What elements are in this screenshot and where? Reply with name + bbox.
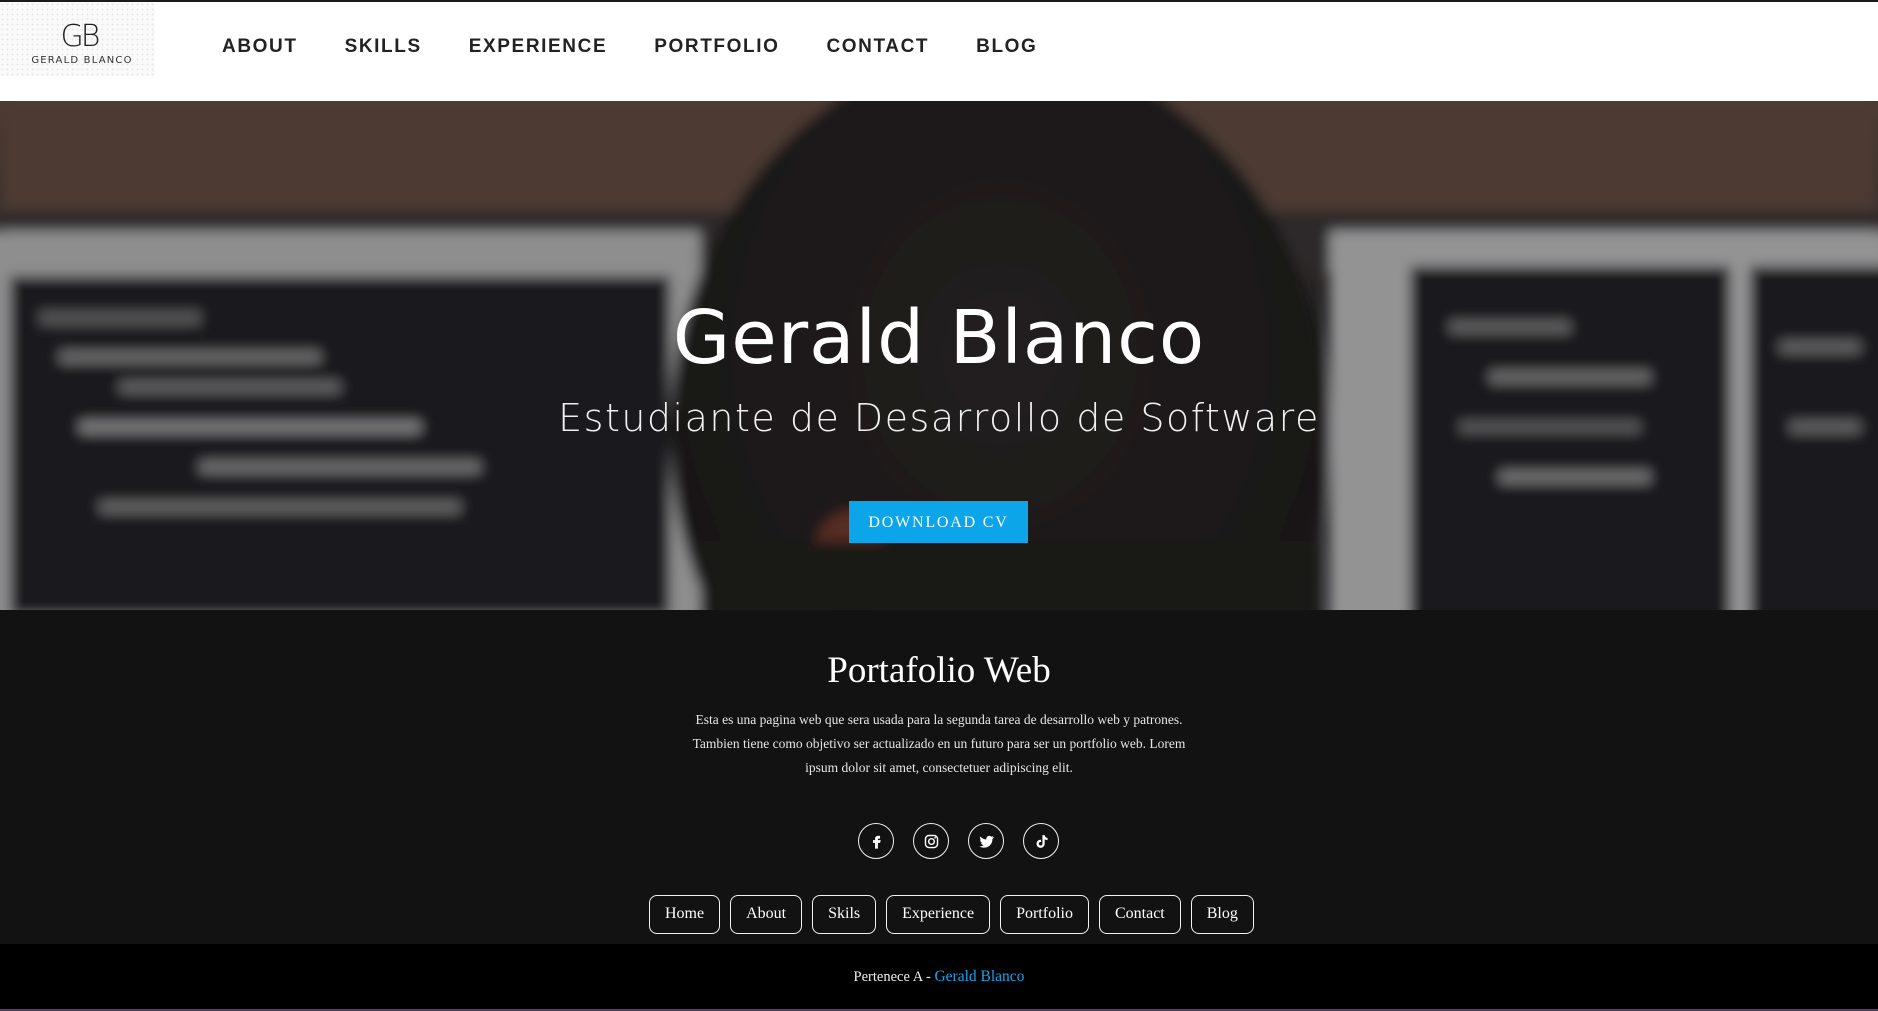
social-links xyxy=(858,823,1059,859)
hero-section: Gerald Blanco Estudiante de Desarrollo d… xyxy=(0,101,1878,610)
nav-item-portfolio[interactable]: PORTFOLIO xyxy=(654,32,779,62)
footer-link-skils[interactable]: Skils xyxy=(812,895,877,934)
site-header: GB GERALD BLANCO ABOUT SKILLS EXPERIENCE… xyxy=(0,2,1878,101)
footer-link-portfolio[interactable]: Portfolio xyxy=(1000,895,1089,934)
hero-title: Gerald Blanco xyxy=(672,295,1206,381)
logo-name: GERALD BLANCO xyxy=(31,55,133,66)
bottom-bar: Pertenece A - Gerald Blanco xyxy=(0,944,1878,1011)
facebook-icon xyxy=(872,835,881,849)
nav-item-about[interactable]: ABOUT xyxy=(222,32,298,62)
instagram-icon xyxy=(924,834,938,848)
nav-item-blog[interactable]: BLOG xyxy=(976,32,1037,62)
footer-link-about[interactable]: About xyxy=(730,895,803,934)
nav-item-contact[interactable]: CONTACT xyxy=(826,32,929,62)
nav-item-skills[interactable]: SKILLS xyxy=(345,32,422,62)
logo[interactable]: GB GERALD BLANCO xyxy=(0,2,155,76)
twitter-icon xyxy=(979,835,994,848)
tiktok-icon xyxy=(1036,834,1048,848)
instagram-button[interactable] xyxy=(913,823,949,859)
about-description: Esta es una pagina web que sera usada pa… xyxy=(692,712,1186,775)
facebook-button[interactable] xyxy=(858,823,894,859)
about-title: Portafolio Web xyxy=(827,650,1051,691)
nav-item-experience[interactable]: EXPERIENCE xyxy=(469,32,607,62)
owner-link[interactable]: Gerald Blanco xyxy=(934,968,1024,985)
copyright-prefix: Pertenece A - xyxy=(853,969,935,985)
tiktok-button[interactable] xyxy=(1023,823,1059,859)
copyright: Pertenece A - Gerald Blanco xyxy=(0,968,1878,986)
about-section: Portafolio Web Esta es una pagina web qu… xyxy=(0,610,1878,944)
footer-link-contact[interactable]: Contact xyxy=(1098,895,1181,934)
footer-link-experience[interactable]: Experience xyxy=(886,895,991,934)
logo-mark: GB xyxy=(60,19,101,54)
hero-subtitle: Estudiante de Desarrollo de Software xyxy=(558,396,1320,440)
twitter-button[interactable] xyxy=(968,823,1004,859)
footer-link-blog[interactable]: Blog xyxy=(1190,895,1254,934)
download-cv-button[interactable]: DOWNLOAD CV xyxy=(849,501,1028,543)
footer-nav: Home About Skils Experience Portfolio Co… xyxy=(649,895,1254,935)
main-nav: ABOUT SKILLS EXPERIENCE PORTFOLIO CONTAC… xyxy=(222,32,1084,62)
footer-link-home[interactable]: Home xyxy=(649,895,721,934)
